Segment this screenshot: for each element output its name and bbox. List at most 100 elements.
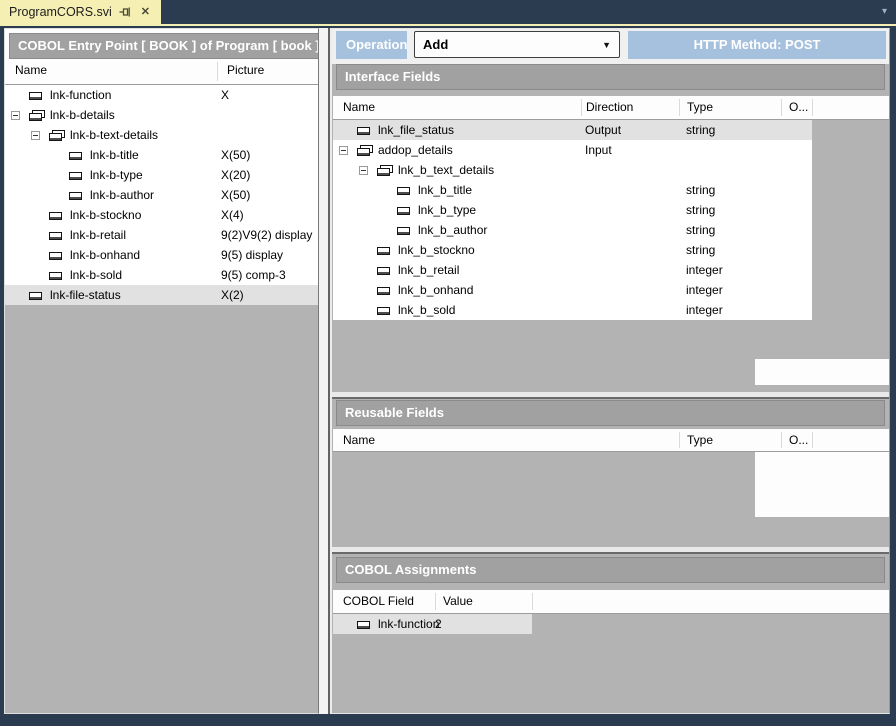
column-divider[interactable] [781, 432, 782, 448]
column-divider[interactable] [812, 99, 813, 116]
expander-slot [359, 166, 377, 175]
cobol-entry-point-panel: COBOL Entry Point [ BOOK ] of Program [ … [4, 28, 319, 714]
tree-row-lnk_b_author[interactable]: lnk_b_author string [333, 220, 812, 240]
field-type: string [686, 203, 715, 217]
column-divider[interactable] [435, 593, 436, 610]
cobol-assignments-column-header-row: COBOL Field Value [333, 590, 889, 614]
application-window: ProgramCORS.svi ✕ ▾ COBOL Entry Point [ … [0, 0, 896, 726]
panel-splitter[interactable] [319, 28, 330, 714]
section-splitter[interactable] [332, 547, 889, 554]
http-method-badge: HTTP Method: POST [628, 31, 886, 59]
pin-icon[interactable] [119, 6, 132, 19]
field-type: string [686, 123, 715, 137]
active-tab-underline [0, 24, 896, 26]
field-icon [397, 186, 413, 195]
operation-label: Operation [336, 31, 407, 59]
tree-row-addop_details[interactable]: addop_details Input [333, 140, 812, 160]
field-picture: 9(5) display [221, 248, 283, 262]
tree-row-lnk_b_type[interactable]: lnk_b_type string [333, 200, 812, 220]
field-type: string [686, 183, 715, 197]
tree-row-lnk-b-title[interactable]: lnk-b-title X(50) [5, 145, 318, 165]
column-header-value[interactable]: Value [443, 594, 473, 608]
column-divider[interactable] [217, 62, 218, 81]
cobol-assignments-body: lnk-function 2 [333, 614, 532, 634]
expander-slot [31, 131, 49, 140]
tree-row-lnk-b-onhand[interactable]: lnk-b-onhand 9(5) display [5, 245, 318, 265]
interface-fields-column-header-row: Name Direction Type O... [333, 96, 889, 120]
cobol-tree-body: lnk-function X lnk-b-details lnk-b-text-… [5, 85, 318, 305]
operation-panel: Operation Add ▼ HTTP Method: POST Interf… [330, 28, 890, 714]
tree-row-lnk_b_sold[interactable]: lnk_b_sold integer [333, 300, 812, 320]
interface-fields-body: lnk_file_status Outputstring addop_detai… [333, 120, 812, 320]
tree-row-lnk-file-status[interactable]: lnk-file-status X(2) [5, 285, 318, 305]
field-picture: X(20) [221, 168, 250, 182]
tab-overflow-caret-icon[interactable]: ▾ [882, 7, 887, 17]
tab-programcors-svi[interactable]: ProgramCORS.svi ✕ [0, 0, 161, 24]
field-icon [357, 126, 373, 135]
tree-row-lnk_b_onhand[interactable]: lnk_b_onhand integer [333, 280, 812, 300]
tree-row-lnk_b_text_details[interactable]: lnk_b_text_details [333, 160, 812, 180]
column-divider[interactable] [781, 99, 782, 116]
tree-row-lnk_file_status[interactable]: lnk_file_status Outputstring [333, 120, 812, 140]
field-name: lnk-b-text-details [70, 128, 158, 142]
collapse-toggle-icon[interactable] [31, 131, 40, 140]
field-icon [377, 286, 393, 295]
operation-dropdown[interactable]: Add ▼ [414, 31, 620, 58]
field-icon [357, 620, 373, 629]
field-picture: X [221, 88, 229, 102]
column-header-name[interactable]: Name [343, 433, 375, 447]
field-name: lnk_b_retail [398, 263, 459, 277]
field-picture: 9(2)V9(2) display [221, 228, 312, 242]
column-header-name[interactable]: Name [15, 63, 47, 77]
column-header-cobol-field[interactable]: COBOL Field [343, 594, 414, 608]
column-header-occurs[interactable]: O... [789, 433, 808, 447]
column-header-direction[interactable]: Direction [586, 100, 633, 114]
column-header-occurs[interactable]: O... [789, 100, 808, 114]
column-divider[interactable] [581, 99, 582, 116]
field-picture: X(2) [221, 288, 244, 302]
field-name: lnk-file-status [50, 288, 121, 302]
column-header-picture[interactable]: Picture [227, 63, 264, 77]
column-divider[interactable] [679, 99, 680, 116]
tree-row-lnk-b-sold[interactable]: lnk-b-sold 9(5) comp-3 [5, 265, 318, 285]
section-splitter[interactable] [332, 392, 889, 399]
field-icon [29, 291, 45, 300]
field-icon [29, 91, 45, 100]
tree-row-lnk-b-type[interactable]: lnk-b-type X(20) [5, 165, 318, 185]
close-icon[interactable]: ✕ [139, 6, 152, 19]
reusable-fields-header: Reusable Fields [336, 400, 885, 426]
reusable-fields-empty-area [755, 452, 889, 517]
tree-row-lnk-b-stockno[interactable]: lnk-b-stockno X(4) [5, 205, 318, 225]
operation-selected-value: Add [423, 37, 448, 52]
field-icon [397, 226, 413, 235]
tree-row-lnk_b_title[interactable]: lnk_b_title string [333, 180, 812, 200]
interface-fields-header: Interface Fields [336, 64, 885, 90]
column-header-name[interactable]: Name [343, 100, 375, 114]
tree-row-lnk-function[interactable]: lnk-function X [5, 85, 318, 105]
tree-row-lnk-function[interactable]: lnk-function 2 [333, 614, 532, 634]
field-icon [69, 191, 85, 200]
field-type: string [686, 243, 715, 257]
field-name: lnk-function [378, 617, 439, 631]
column-header-type[interactable]: Type [687, 100, 713, 114]
tree-row-lnk_b_stockno[interactable]: lnk_b_stockno string [333, 240, 812, 260]
group-field-icon [377, 165, 393, 176]
field-name: lnk-b-sold [70, 268, 122, 282]
tree-row-lnk-b-author[interactable]: lnk-b-author X(50) [5, 185, 318, 205]
collapse-toggle-icon[interactable] [339, 146, 348, 155]
field-name: lnk_b_sold [398, 303, 455, 317]
tree-row-lnk_b_retail[interactable]: lnk_b_retail integer [333, 260, 812, 280]
field-picture: X(50) [221, 188, 250, 202]
tree-row-lnk-b-retail[interactable]: lnk-b-retail 9(2)V9(2) display [5, 225, 318, 245]
column-divider[interactable] [532, 593, 533, 610]
column-divider[interactable] [812, 432, 813, 448]
column-header-type[interactable]: Type [687, 433, 713, 447]
field-picture: 9(5) comp-3 [221, 268, 286, 282]
tree-row-lnk-b-text-details[interactable]: lnk-b-text-details [5, 125, 318, 145]
field-name: lnk_b_stockno [398, 243, 475, 257]
collapse-toggle-icon[interactable] [359, 166, 368, 175]
tree-row-lnk-b-details[interactable]: lnk-b-details [5, 105, 318, 125]
field-direction: Output [585, 123, 621, 137]
collapse-toggle-icon[interactable] [11, 111, 20, 120]
column-divider[interactable] [679, 432, 680, 448]
